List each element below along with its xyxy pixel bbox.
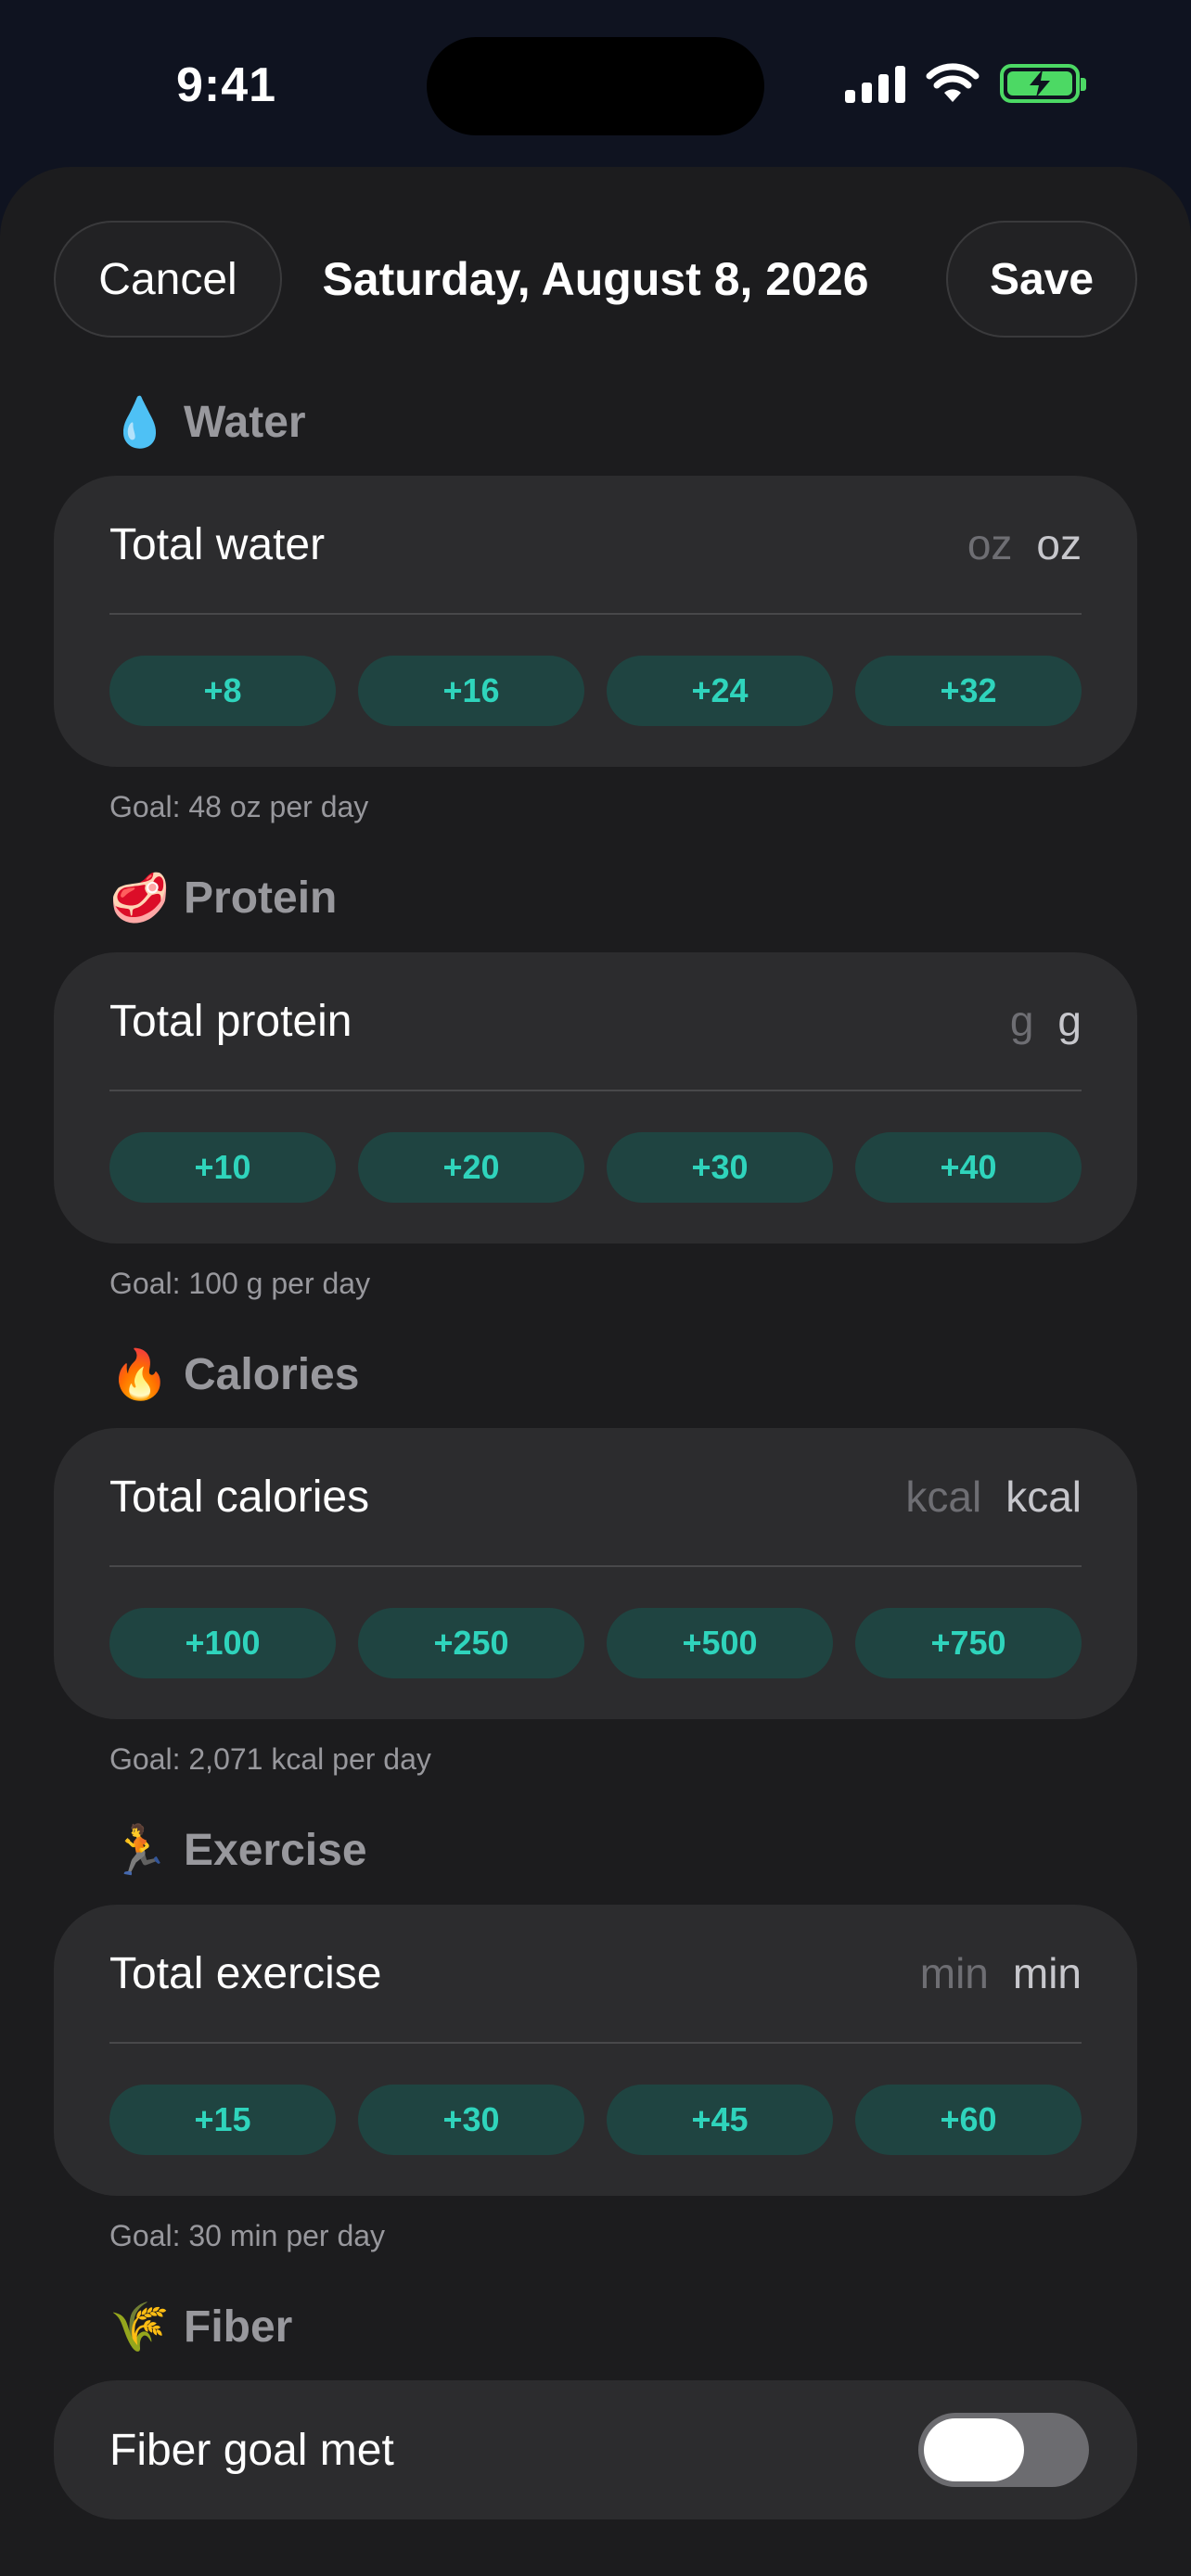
status-icons bbox=[845, 63, 1086, 104]
quick-add-button[interactable]: +45 bbox=[607, 2085, 833, 2155]
quick-add-button[interactable]: +15 bbox=[109, 2085, 336, 2155]
section-header-calories: 🔥 Calories bbox=[109, 1342, 359, 1407]
row-label: Total exercise bbox=[109, 1948, 382, 1998]
water-card: Total water oz oz +8 +16 +24 +32 bbox=[54, 476, 1137, 767]
exercise-input-field[interactable]: min bbox=[920, 1948, 989, 1998]
quick-add-row: +8 +16 +24 +32 bbox=[109, 656, 1082, 726]
log-sheet: Cancel Saturday, August 8, 2026 Save 💧 W… bbox=[0, 167, 1191, 2576]
battery-charging-icon bbox=[1000, 64, 1086, 103]
calories-input-row[interactable]: Total calories kcal kcal bbox=[109, 1428, 1082, 1565]
quick-add-button[interactable]: +40 bbox=[855, 1132, 1082, 1203]
section-header-protein: 🥩 Protein bbox=[109, 865, 337, 930]
quick-add-button[interactable]: +250 bbox=[358, 1608, 584, 1678]
signal-icon bbox=[845, 64, 905, 103]
toggle-label: Fiber goal met bbox=[109, 2425, 394, 2475]
wheat-icon: 🌾 bbox=[109, 2300, 170, 2354]
row-label: Total water bbox=[109, 519, 326, 569]
quick-add-row: +15 +30 +45 +60 bbox=[109, 2085, 1082, 2155]
wifi-icon bbox=[926, 63, 980, 102]
protein-card: Total protein g g +10 +20 +30 +40 bbox=[54, 952, 1137, 1243]
quick-add-button[interactable]: +100 bbox=[109, 1608, 336, 1678]
quick-add-button[interactable]: +20 bbox=[358, 1132, 584, 1203]
protein-input-field[interactable]: g bbox=[1010, 996, 1034, 1046]
calories-input-field[interactable]: kcal bbox=[905, 1472, 981, 1522]
section-title: Fiber bbox=[184, 2302, 293, 2352]
exercise-input-row[interactable]: Total exercise min min bbox=[109, 1905, 1082, 2042]
nav-bar: Cancel Saturday, August 8, 2026 Save bbox=[0, 221, 1191, 338]
section-title: Water bbox=[184, 397, 306, 447]
quick-add-button[interactable]: +60 bbox=[855, 2085, 1082, 2155]
calories-card: Total calories kcal kcal +100 +250 +500 … bbox=[54, 1428, 1137, 1719]
divider bbox=[109, 1090, 1082, 1091]
quick-add-button[interactable]: +8 bbox=[109, 656, 336, 726]
fiber-goal-toggle[interactable] bbox=[918, 2413, 1089, 2487]
exercise-card: Total exercise min min +15 +30 +45 +60 bbox=[54, 1905, 1137, 2196]
status-time: 9:41 bbox=[176, 58, 277, 112]
quick-add-row: +100 +250 +500 +750 bbox=[109, 1608, 1082, 1678]
section-header-exercise: 🏃 Exercise bbox=[109, 1817, 367, 1882]
section-header-fiber: 🌾 Fiber bbox=[109, 2294, 292, 2359]
dynamic-island bbox=[427, 37, 764, 135]
goal-text: Goal: 30 min per day bbox=[109, 2219, 386, 2252]
unit-label: min bbox=[1012, 1949, 1082, 1997]
water-drop-icon: 💧 bbox=[109, 395, 170, 450]
quick-add-button[interactable]: +500 bbox=[607, 1608, 833, 1678]
quick-add-button[interactable]: +30 bbox=[358, 2085, 584, 2155]
section-header-water: 💧 Water bbox=[109, 389, 306, 454]
section-title: Calories bbox=[184, 1349, 360, 1399]
save-button[interactable]: Save bbox=[946, 221, 1137, 338]
divider bbox=[109, 2042, 1082, 2044]
fiber-card: Fiber goal met bbox=[54, 2380, 1137, 2519]
protein-input-row[interactable]: Total protein g g bbox=[109, 952, 1082, 1090]
row-label: Total protein bbox=[109, 996, 352, 1046]
row-label: Total calories bbox=[109, 1472, 370, 1522]
quick-add-button[interactable]: +30 bbox=[607, 1132, 833, 1203]
status-bar: 9:41 bbox=[0, 0, 1191, 167]
toggle-knob bbox=[924, 2418, 1024, 2481]
quick-add-button[interactable]: +32 bbox=[855, 656, 1082, 726]
divider bbox=[109, 613, 1082, 615]
goal-text: Goal: 100 g per day bbox=[109, 1267, 371, 1300]
fire-icon: 🔥 bbox=[109, 1347, 170, 1402]
running-person-icon: 🏃 bbox=[109, 1823, 170, 1878]
goal-text: Goal: 48 oz per day bbox=[109, 790, 369, 823]
quick-add-button[interactable]: +10 bbox=[109, 1132, 336, 1203]
divider bbox=[109, 1565, 1082, 1567]
unit-label: kcal bbox=[1005, 1473, 1082, 1521]
water-input-field[interactable]: oz bbox=[967, 519, 1013, 569]
unit-label: oz bbox=[1036, 520, 1082, 568]
section-title: Exercise bbox=[184, 1825, 367, 1875]
quick-add-row: +10 +20 +30 +40 bbox=[109, 1132, 1082, 1203]
water-input-row[interactable]: Total water oz oz bbox=[109, 476, 1082, 613]
meat-icon: 🥩 bbox=[109, 871, 170, 925]
section-title: Protein bbox=[184, 873, 338, 923]
unit-label: g bbox=[1057, 997, 1082, 1045]
quick-add-button[interactable]: +16 bbox=[358, 656, 584, 726]
quick-add-button[interactable]: +750 bbox=[855, 1608, 1082, 1678]
goal-text: Goal: 2,071 kcal per day bbox=[109, 1742, 431, 1776]
quick-add-button[interactable]: +24 bbox=[607, 656, 833, 726]
